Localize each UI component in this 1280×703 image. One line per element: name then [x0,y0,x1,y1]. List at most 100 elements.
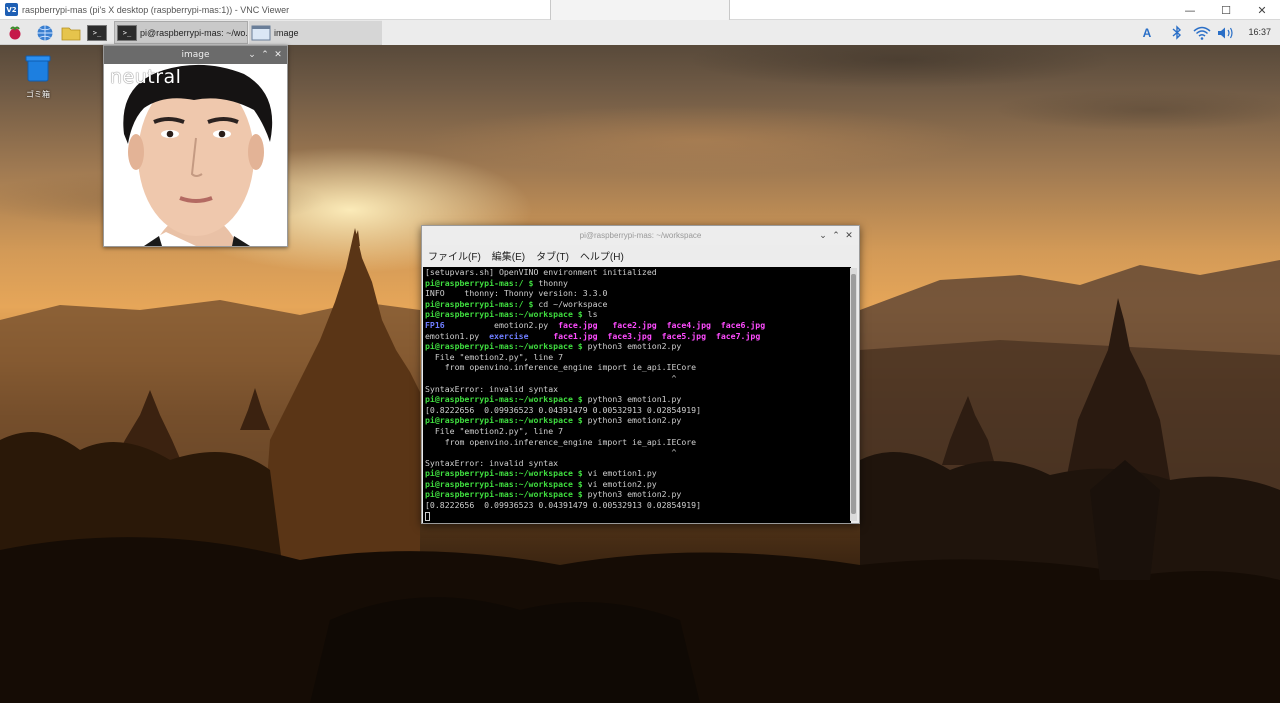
terminal-text: [setupvars.sh] OpenVINO environment init… [425,267,657,277]
image-canvas: neutral [104,64,287,246]
terminal-text: face1.jpg [553,330,598,341]
terminal-text: face3.jpg [607,330,652,341]
terminal-text: pi@raspberrypi-mas:~/workspace $ [425,394,583,405]
terminal-line: SyntaxError: invalid syntax [425,384,851,395]
terminal-text: thonny [533,277,568,288]
terminal-text: vi emotion1.py [582,468,657,479]
image-minimize-icon[interactable]: ⌄ [246,48,258,62]
task-terminal[interactable]: >_ pi@raspberrypi-mas: ~/wo... [114,21,248,44]
terminal-line: ^ [425,373,851,384]
terminal-text: pi@raspberrypi-mas:~/workspace $ [425,341,583,352]
terminal-text: face5.jpg [661,330,707,341]
terminal-text: pi@raspberrypi-mas:~/workspace $ [425,309,583,320]
wifi-icon[interactable] [1192,24,1212,41]
image-close-icon[interactable]: ✕ [272,48,284,62]
terminal-launcher-icon[interactable]: >_ [86,22,108,43]
terminal-title-bar[interactable]: pi@raspberrypi-mas: ~/workspace ⌄ ⌃ ✕ [422,226,859,245]
bluetooth-icon[interactable] [1170,24,1184,41]
web-browser-icon[interactable] [34,22,56,43]
terminal-text: pi@raspberrypi-mas:~/workspace $ [425,415,583,426]
terminal-line: INFO thonny: Thonny version: 3.3.0 [425,288,851,299]
terminal-text: pi@raspberrypi-mas:/ $ [425,277,534,288]
volume-icon[interactable] [1216,24,1236,41]
task-image-label: image [274,27,299,38]
terminal-text: [0.8222656 0.09936523 0.04391479 0.00532… [425,500,702,511]
trash-desktop-icon[interactable]: ゴミ箱 [18,53,58,100]
terminal-text: python3 emotion1.py [582,394,682,405]
terminal-line: [0.8222656 0.09936523 0.04391479 0.00532… [425,500,851,511]
vnc-window-title: raspberrypi-mas (pi's X desktop (raspber… [22,4,290,15]
terminal-scrollbar-thumb[interactable] [851,274,856,514]
terminal-text: pi@raspberrypi-mas:/ $ [425,298,534,309]
terminal-line: ^ [425,447,851,458]
menu-edit[interactable]: 編集(E) [492,248,525,263]
terminal-line: from openvino.inference_engine import ie… [425,362,851,373]
vnc-close-button[interactable]: ✕ [1244,0,1280,20]
terminal-text: from openvino.inference_engine import ie… [425,362,697,373]
terminal-line: emotion1.py exercise face1.jpg face3.jpg… [425,331,851,342]
terminal-cursor [425,511,430,521]
task-terminal-label: pi@raspberrypi-mas: ~/wo... [140,27,248,38]
terminal-line: pi@raspberrypi-mas:/ $ thonny [425,278,851,289]
terminal-menu-bar: ファイル(F) 編集(E) タブ(T) ヘルプ(H) [422,245,859,265]
terminal-scrollbar[interactable] [850,268,857,521]
terminal-text: File "emotion2.py", line 7 [425,351,564,362]
terminal-line: pi@raspberrypi-mas:~/workspace $ python3… [425,341,851,352]
image-maximize-icon[interactable]: ⌃ [259,48,271,62]
terminal-text: INFO thonny: Thonny version: 3.3.0 [425,288,608,299]
terminal-maximize-icon[interactable]: ⌃ [830,229,842,242]
terminal-text: pi@raspberrypi-mas:~/workspace $ [425,468,583,479]
vnc-maximize-button[interactable]: ☐ [1208,0,1244,20]
terminal-icon: >_ [117,24,137,41]
vnc-toolbar-tab[interactable] [550,0,730,22]
terminal-line: pi@raspberrypi-mas:~/workspace $ python3… [425,489,851,500]
terminal-prompt-line [425,511,851,522]
terminal-text: vi emotion2.py [582,478,657,489]
vnc-minimize-button[interactable]: — [1172,0,1208,20]
terminal-text: FP16 [425,319,445,330]
terminal-close-icon[interactable]: ✕ [843,229,855,242]
menu-tabs[interactable]: タブ(T) [536,248,569,263]
file-manager-icon[interactable] [60,22,82,43]
terminal-text: python3 emotion2.py [582,341,682,352]
terminal-text: emotion2.py [444,319,559,330]
raspberry-menu-icon[interactable] [4,22,26,43]
terminal-line: SyntaxError: invalid syntax [425,458,851,469]
task-image[interactable]: image [249,21,382,44]
menu-file[interactable]: ファイル(F) [428,248,481,263]
terminal-text: ^ [425,447,677,458]
terminal-text: python3 emotion2.py [582,489,682,500]
menu-help[interactable]: ヘルプ(H) [580,248,624,263]
terminal-output[interactable]: [setupvars.sh] OpenVINO environment init… [423,267,851,523]
terminal-line: FP16 emotion2.py face.jpg face2.jpg face… [425,320,851,331]
terminal-line: pi@raspberrypi-mas:~/workspace $ ls [425,309,851,320]
terminal-text: pi@raspberrypi-mas:~/workspace $ [425,478,583,489]
terminal-line: File "emotion2.py", line 7 [425,352,851,363]
image-window-title-bar[interactable]: image ⌄ ⌃ ✕ [104,46,287,64]
terminal-line: [0.8222656 0.09936523 0.04391479 0.00532… [425,405,851,416]
terminal-window-title: pi@raspberrypi-mas: ~/workspace [579,231,702,240]
terminal-window[interactable]: pi@raspberrypi-mas: ~/workspace ⌄ ⌃ ✕ ファ… [421,225,860,524]
image-window[interactable]: image ⌄ ⌃ ✕ neutral [103,45,288,247]
terminal-line: from openvino.inference_engine import ie… [425,437,851,448]
terminal-text: SyntaxError: invalid syntax [425,383,559,394]
emotion-label: neutral [110,66,182,88]
input-method-indicator[interactable]: A [1140,24,1154,41]
terminal-text: face7.jpg [715,330,761,341]
clock[interactable]: 16:37 [1248,27,1271,37]
terminal-text: face4.jpg [666,319,711,330]
terminal-text: cd ~/workspace [533,298,608,309]
terminal-minimize-icon[interactable]: ⌄ [817,229,829,242]
face-photo [104,64,287,246]
terminal-line: pi@raspberrypi-mas:~/workspace $ python3… [425,394,851,405]
terminal-text: File "emotion2.py", line 7 [425,425,564,436]
trash-icon [25,55,51,82]
terminal-text: from openvino.inference_engine import ie… [425,436,697,447]
terminal-text: [0.8222656 0.09936523 0.04391479 0.00532… [425,404,702,415]
